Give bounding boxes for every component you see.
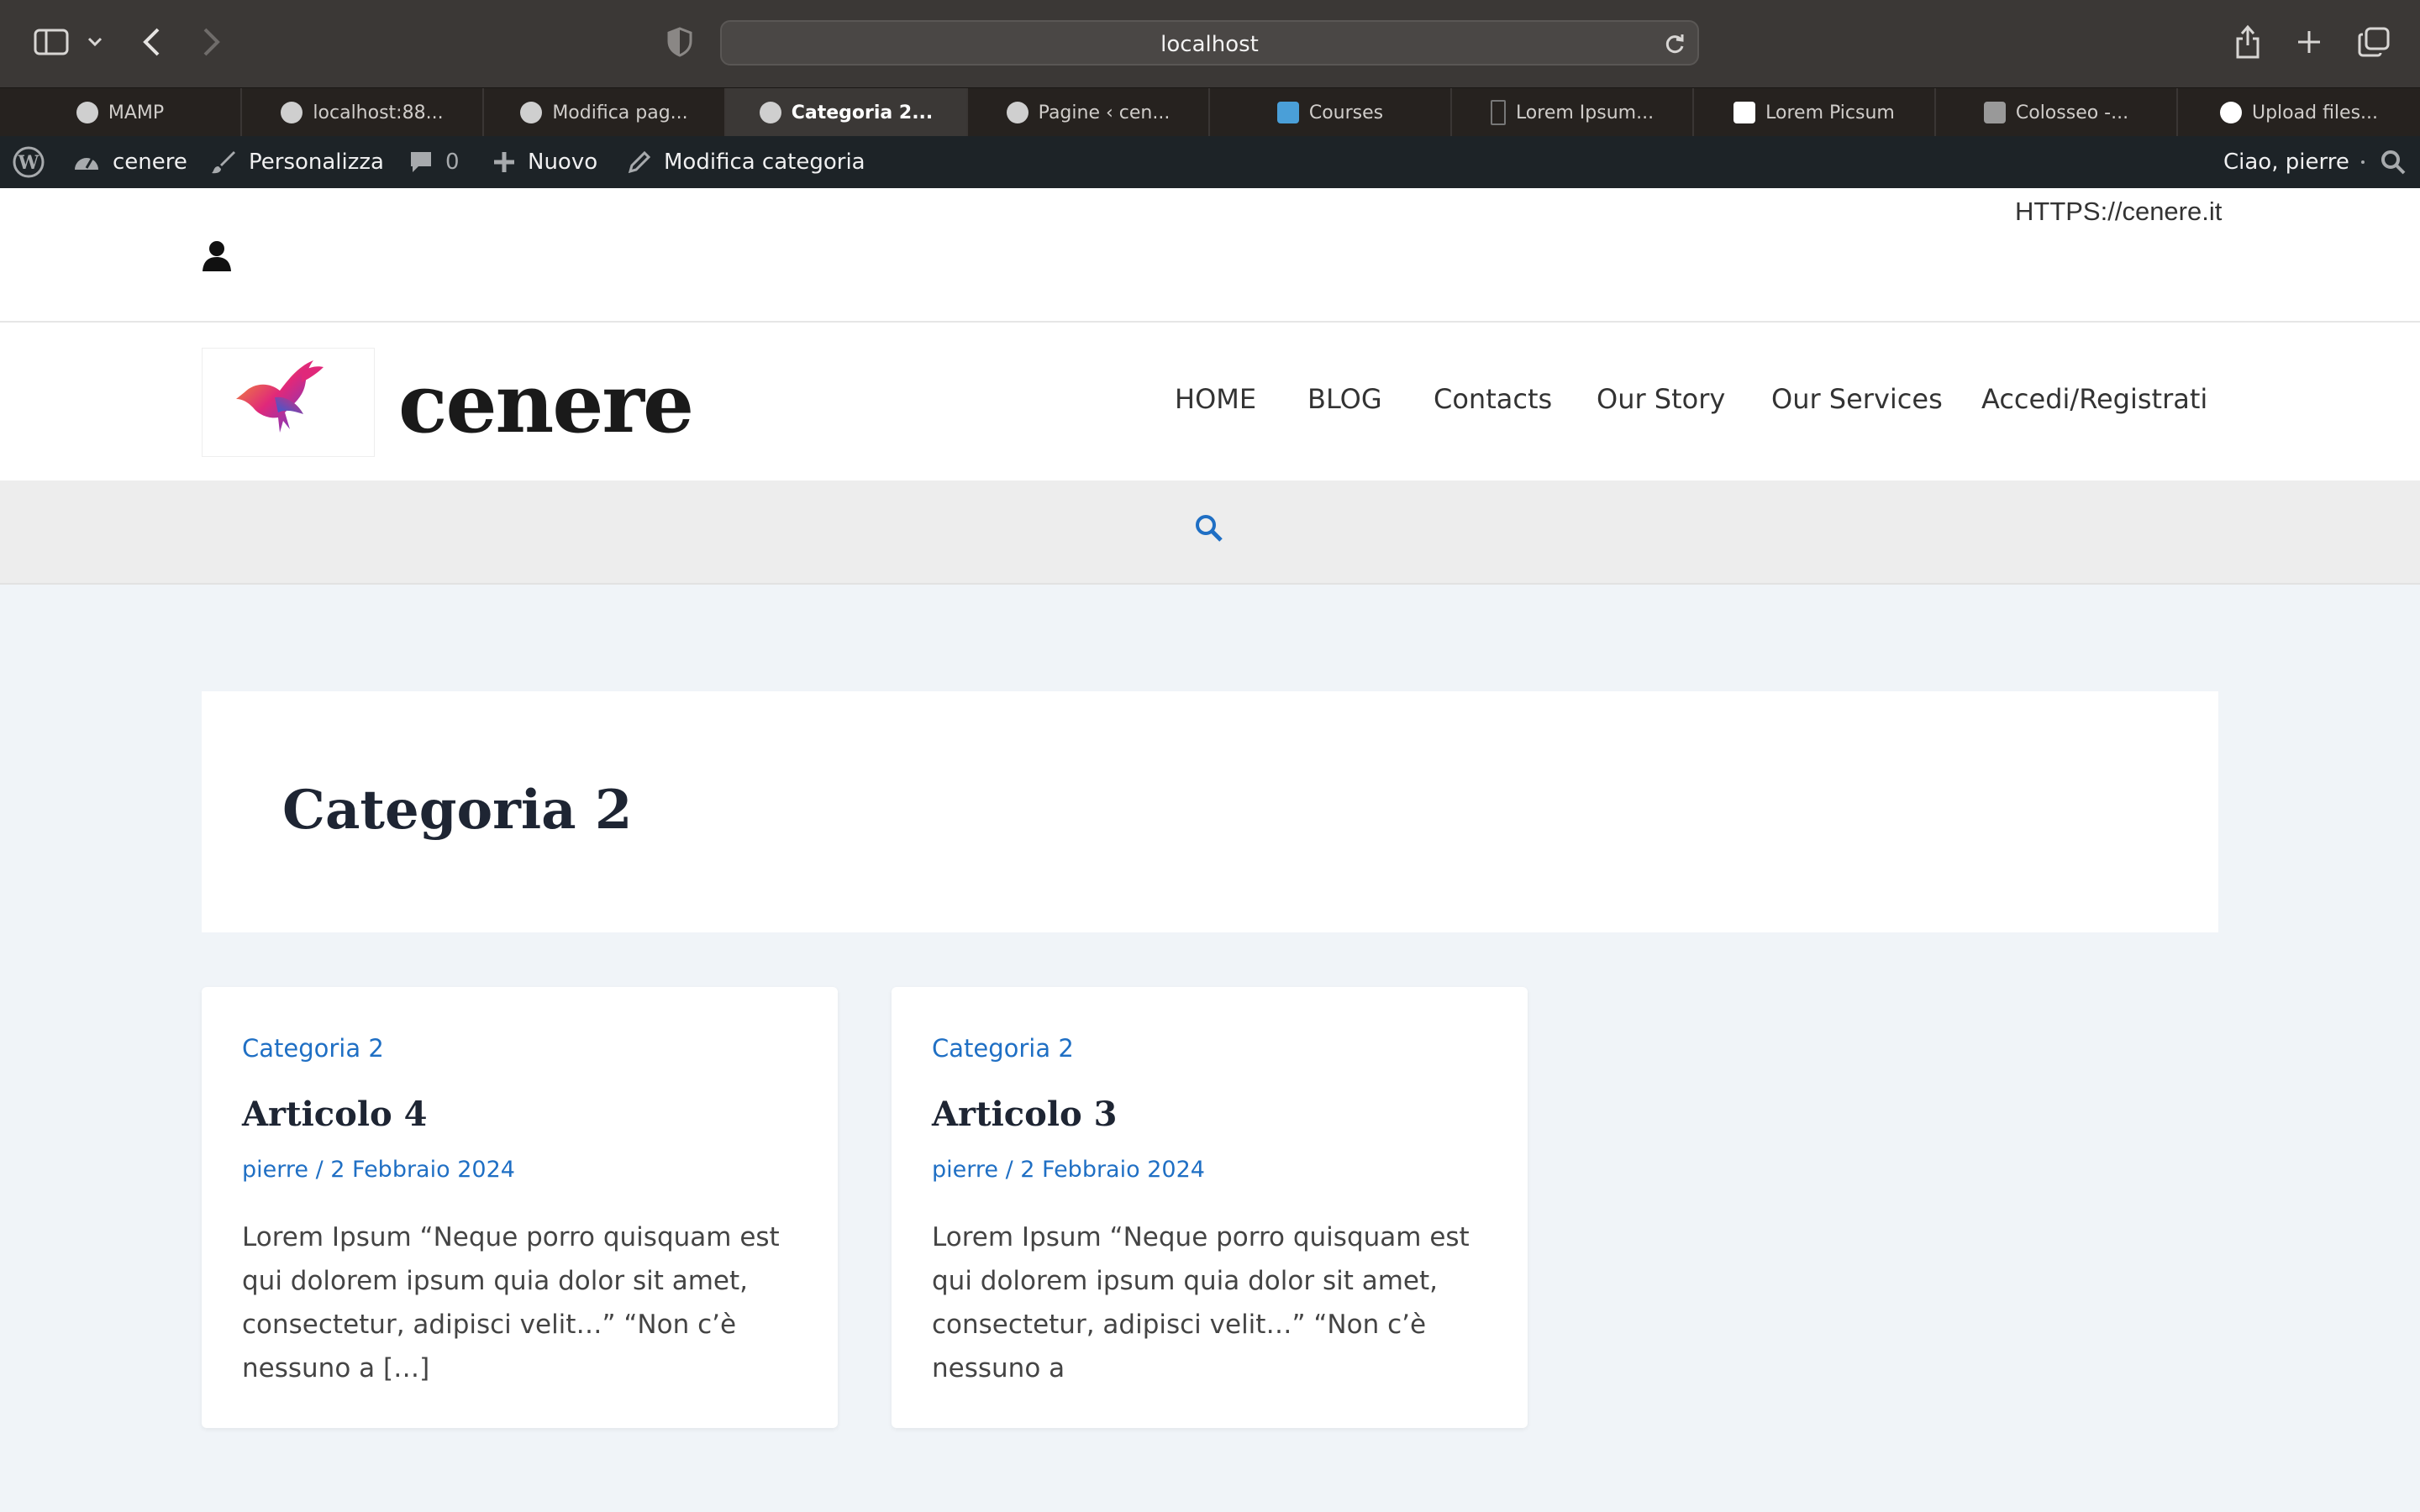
- tab-label: Pagine ‹ cen...: [1038, 102, 1171, 123]
- mamp-favicon-icon: [759, 102, 781, 123]
- picsum-favicon-icon: [1733, 102, 1756, 123]
- courses-favicon-icon: [1276, 102, 1299, 123]
- nav-contacts[interactable]: Contacts: [1434, 383, 1552, 415]
- tab-label: Courses: [1308, 102, 1384, 123]
- post-card: Categoria 2 Articolo 3 pierre / 2 Febbra…: [892, 987, 1528, 1428]
- search-strip: [0, 480, 2420, 585]
- customize-link[interactable]: Personalizza: [210, 136, 384, 188]
- wp-logo-menu[interactable]: W: [12, 136, 45, 188]
- post-excerpt: Lorem Ipsum “Neque porro quisquam est qu…: [932, 1222, 1470, 1383]
- tab-label: Categoria 2...: [791, 102, 934, 123]
- site-url-text: HTTPS://cenere.it: [2015, 197, 2223, 226]
- site-logo[interactable]: [202, 348, 375, 457]
- github-favicon-icon: [2219, 102, 2242, 123]
- tab-colosseo[interactable]: Colosseo -...: [1936, 88, 2178, 137]
- edit-category-link[interactable]: Modifica categoria: [627, 136, 865, 188]
- browser-toolbar: localhost: [0, 0, 2420, 87]
- nav-our-story[interactable]: Our Story: [1597, 383, 1725, 415]
- tab-label: Upload files...: [2251, 102, 2379, 123]
- tab-categoria-2[interactable]: Categoria 2...: [726, 88, 968, 137]
- admin-search-toggle[interactable]: [2380, 136, 2407, 188]
- edit-category-label: Modifica categoria: [664, 150, 865, 175]
- mamp-favicon-icon: [520, 102, 543, 123]
- dashboard-icon: [75, 157, 98, 170]
- tab-localhost[interactable]: localhost:88...: [242, 88, 484, 137]
- tab-bar: MAMP localhost:88... Modifica pag... Cat…: [0, 87, 2420, 137]
- post-card: Categoria 2 Articolo 4 pierre / 2 Febbra…: [202, 987, 838, 1428]
- tab-mamp[interactable]: MAMP: [0, 88, 242, 137]
- nav-accedi-registrati[interactable]: Accedi/Registrati: [1981, 383, 2207, 415]
- address-bar[interactable]: localhost: [720, 20, 1699, 66]
- url-text: localhost: [1160, 32, 1259, 57]
- post-category-link[interactable]: Categoria 2: [242, 1034, 384, 1063]
- greeting-label: Ciao, pierre: [2223, 150, 2349, 175]
- forward-icon[interactable]: [202, 27, 222, 57]
- user-account-icon[interactable]: [202, 240, 232, 272]
- search-icon: [2381, 150, 2406, 175]
- nav-our-services[interactable]: Our Services: [1771, 383, 1943, 415]
- tab-modifica-pagina[interactable]: Modifica pag...: [484, 88, 726, 137]
- post-meta[interactable]: pierre / 2 Febbraio 2024: [242, 1157, 515, 1183]
- plus-icon: [494, 152, 514, 172]
- archive-header: Categoria 2: [202, 691, 2218, 932]
- site-top-bar: HTTPS://cenere.it: [0, 188, 2420, 323]
- wordpress-logo-icon: W: [13, 146, 45, 178]
- post-meta[interactable]: pierre / 2 Febbraio 2024: [932, 1157, 1205, 1183]
- privacy-shield-icon[interactable]: [667, 27, 692, 57]
- mamp-favicon-icon: [76, 102, 98, 123]
- reload-icon[interactable]: [1664, 32, 1686, 55]
- tab-lorem-ipsum[interactable]: Lorem Ipsum...: [1452, 88, 1694, 137]
- post-title-link[interactable]: Articolo 3: [932, 1095, 1117, 1134]
- mamp-favicon-icon: [1006, 102, 1028, 123]
- customize-label: Personalizza: [249, 150, 384, 175]
- mamp-favicon-icon: [281, 102, 303, 123]
- bird-logo-icon: [236, 360, 324, 433]
- tab-label: MAMP: [108, 102, 165, 123]
- tab-label: Lorem Picsum: [1765, 102, 1895, 123]
- tab-label: Lorem Ipsum...: [1515, 102, 1655, 123]
- site-header: cenere HOME BLOG Contacts Our Story Our …: [0, 323, 2420, 480]
- site-title[interactable]: cenere: [398, 356, 694, 451]
- brush-icon: [212, 151, 235, 174]
- tab-courses[interactable]: Courses: [1210, 88, 1452, 137]
- post-category-link[interactable]: Categoria 2: [932, 1034, 1074, 1063]
- my-account-menu[interactable]: Ciao, pierre: [2223, 136, 2365, 188]
- tab-lorem-picsum[interactable]: Lorem Picsum: [1694, 88, 1936, 137]
- comments-link[interactable]: 0: [408, 136, 460, 188]
- page-title: Categoria 2: [282, 779, 633, 842]
- site-name-menu[interactable]: cenere: [72, 136, 187, 188]
- comment-bubble-icon: [411, 152, 431, 172]
- back-icon[interactable]: [141, 27, 161, 57]
- tab-upload-files[interactable]: Upload files...: [2178, 88, 2420, 137]
- new-tab-icon[interactable]: [2296, 29, 2323, 55]
- colosseo-favicon-icon: [1983, 102, 2006, 123]
- pencil-icon: [628, 150, 651, 174]
- nav-blog[interactable]: BLOG: [1307, 383, 1382, 415]
- share-icon[interactable]: [2235, 24, 2260, 59]
- tab-overview-icon[interactable]: [2358, 27, 2390, 57]
- tab-label: Modifica pag...: [552, 102, 688, 123]
- tab-label: Colosseo -...: [2015, 102, 2129, 123]
- comments-count: 0: [445, 150, 460, 175]
- avatar: [2360, 160, 2365, 164]
- search-icon[interactable]: [1195, 514, 1223, 543]
- tab-pagine[interactable]: Pagine ‹ cen...: [968, 88, 1210, 137]
- wp-admin-bar: W cenere Personalizza 0 Nuovo Modifica c…: [0, 136, 2420, 188]
- post-excerpt: Lorem Ipsum “Neque porro quisquam est qu…: [242, 1222, 780, 1383]
- new-content-menu[interactable]: Nuovo: [492, 136, 597, 188]
- nav-home[interactable]: HOME: [1175, 383, 1256, 415]
- lorem-ipsum-favicon-icon: [1490, 100, 1506, 125]
- svg-text:W: W: [18, 152, 39, 174]
- site-name-label: cenere: [113, 150, 187, 175]
- sidebar-toggle-icon[interactable]: [34, 29, 69, 55]
- new-label: Nuovo: [528, 150, 598, 175]
- chevron-down-icon[interactable]: [87, 37, 103, 47]
- post-title-link[interactable]: Articolo 4: [242, 1095, 427, 1134]
- tab-label: localhost:88...: [313, 102, 444, 123]
